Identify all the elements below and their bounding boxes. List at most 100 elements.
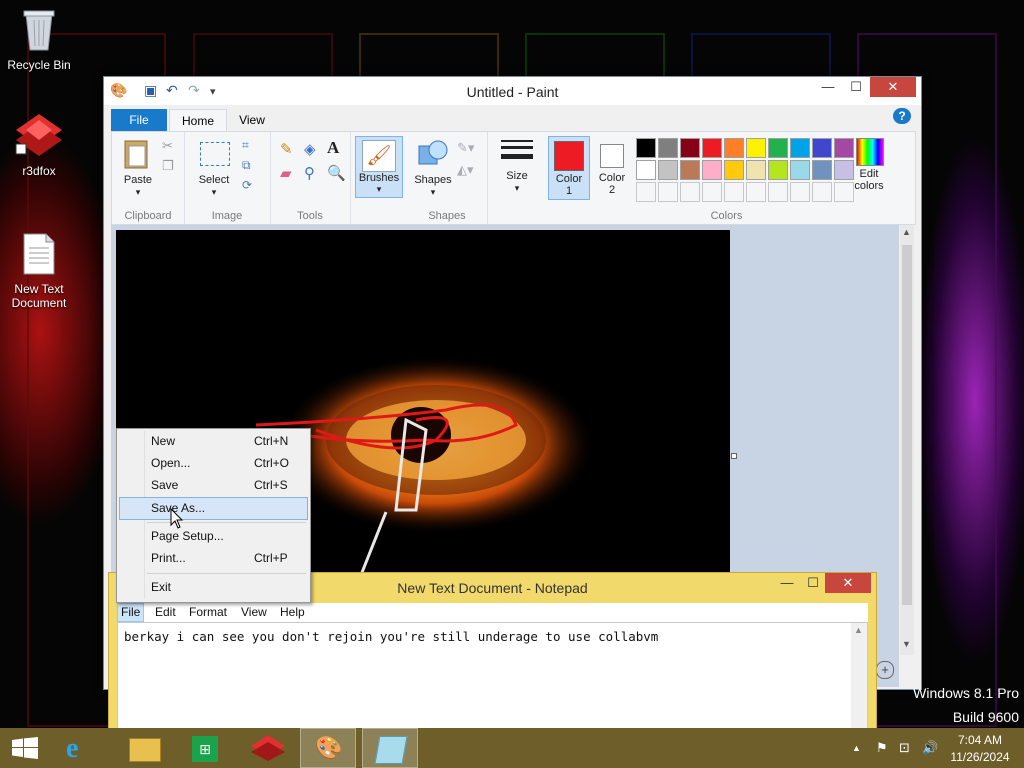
eraser-icon[interactable]: ▰	[280, 164, 292, 182]
menu-item-new[interactable]: New Ctrl+N	[119, 431, 308, 452]
outline-icon[interactable]: ✎▾	[457, 140, 474, 156]
menu-item-save[interactable]: Save Ctrl+S	[119, 475, 308, 496]
size-button[interactable]: Size	[497, 170, 537, 182]
paste-button[interactable]: Paste	[118, 174, 158, 186]
taskbar-store[interactable]: ⊞	[178, 728, 234, 768]
taskbar-notepad[interactable]	[362, 728, 418, 768]
rotate-icon[interactable]: ⟳	[242, 178, 252, 192]
palette-swatch-empty[interactable]	[702, 182, 722, 202]
palette-swatch-empty[interactable]	[724, 182, 744, 202]
text-tool-icon[interactable]: A	[327, 138, 339, 158]
paste-dropdown-icon[interactable]: ▾	[132, 187, 144, 198]
notepad-close-button[interactable]: ✕	[825, 573, 871, 593]
notepad-maximize-button[interactable]: ☐	[799, 573, 827, 593]
palette-swatch[interactable]	[790, 160, 810, 180]
palette-swatch-empty[interactable]	[812, 182, 832, 202]
palette-swatch-empty[interactable]	[746, 182, 766, 202]
vertical-scrollbar[interactable]: ▲ ▼	[900, 225, 914, 655]
notepad-minimize-button[interactable]: —	[773, 573, 801, 593]
help-icon[interactable]: ?	[893, 108, 911, 124]
scroll-thumb[interactable]	[902, 245, 912, 605]
palette-swatch[interactable]	[768, 160, 788, 180]
palette-swatch[interactable]	[724, 138, 744, 158]
notepad-scroll-up-icon[interactable]: ▲	[854, 625, 863, 635]
palette-swatch-empty[interactable]	[680, 182, 700, 202]
notepad-menu-help[interactable]: Help	[280, 605, 305, 619]
palette-swatch[interactable]	[812, 138, 832, 158]
palette-swatch[interactable]	[812, 160, 832, 180]
scroll-up-icon[interactable]: ▲	[902, 227, 911, 237]
notepad-menu-file[interactable]: File	[117, 603, 145, 622]
palette-swatch[interactable]	[790, 138, 810, 158]
shapes-button[interactable]: Shapes	[413, 174, 453, 186]
notepad-menu-edit[interactable]: Edit	[155, 605, 176, 619]
palette-swatch[interactable]	[680, 160, 700, 180]
fill-shape-icon[interactable]: ◭▾	[457, 162, 474, 178]
palette-swatch[interactable]	[724, 160, 744, 180]
palette-swatch[interactable]	[636, 138, 656, 158]
notepad-scrollbar[interactable]: ▲	[851, 623, 867, 732]
menu-item-exit[interactable]: Exit	[119, 577, 308, 598]
edit-colors-button[interactable]: Edit colors	[846, 168, 892, 192]
magnifier-icon[interactable]: 🔍	[327, 164, 346, 182]
fill-icon[interactable]: ◈	[304, 140, 316, 158]
palette-swatch[interactable]	[680, 138, 700, 158]
notepad-menu-format[interactable]: Format	[189, 605, 227, 619]
palette-swatch[interactable]	[834, 138, 854, 158]
desktop-icon-recycle-bin[interactable]: Recycle Bin	[1, 6, 77, 72]
paint-titlebar[interactable]: 🎨 ▣ ↶ ↷ ▾ Untitled - Paint — ☐ ✕	[104, 77, 921, 105]
desktop-icon-new-text-document[interactable]: New Text Document	[1, 218, 77, 324]
start-button[interactable]	[0, 728, 50, 768]
close-button[interactable]: ✕	[870, 77, 916, 97]
palette-swatch-empty[interactable]	[636, 182, 656, 202]
menu-item-open[interactable]: Open... Ctrl+O	[119, 453, 308, 474]
select-dropdown-icon[interactable]: ▾	[208, 187, 220, 198]
menu-item-page-setup[interactable]: Page Setup...	[119, 526, 308, 547]
palette-swatch[interactable]	[746, 138, 766, 158]
menu-item-print[interactable]: Print... Ctrl+P	[119, 548, 308, 569]
minimize-button[interactable]: —	[814, 77, 842, 97]
color1-button[interactable]: Color 1	[548, 136, 590, 200]
resize-icon[interactable]: ⧉	[242, 158, 251, 173]
taskbar-file-explorer[interactable]	[116, 728, 172, 768]
tray-overflow-icon[interactable]: ▲	[852, 743, 861, 753]
size-dropdown-icon[interactable]: ▾	[511, 183, 523, 194]
tab-view[interactable]: View	[227, 109, 277, 131]
shapes-dropdown-icon[interactable]: ▾	[427, 187, 439, 198]
scroll-down-icon[interactable]: ▼	[902, 639, 911, 649]
palette-swatch-empty[interactable]	[658, 182, 678, 202]
palette-swatch[interactable]	[658, 160, 678, 180]
maximize-button[interactable]: ☐	[842, 77, 870, 97]
tab-file[interactable]: File	[111, 109, 167, 131]
brushes-button[interactable]: 🖌 Brushes ▾	[355, 136, 403, 198]
taskbar-paint[interactable]: 🎨	[300, 728, 356, 768]
network-icon[interactable]: ⊡	[899, 740, 910, 756]
tab-home[interactable]: Home	[169, 109, 227, 132]
taskbar-r3dfox[interactable]	[240, 728, 296, 768]
desktop-icon-r3dfox[interactable]: r3dfox	[1, 112, 77, 178]
clock[interactable]: 7:04 AM 11/26/2024	[948, 733, 1012, 764]
palette-swatch[interactable]	[768, 138, 788, 158]
notepad-text-area[interactable]: berkay i can see you don't rejoin you're…	[117, 622, 868, 733]
action-center-flag-icon[interactable]: ⚑	[876, 740, 888, 756]
resize-handle[interactable]	[731, 453, 737, 459]
menu-item-save-as[interactable]: Save As...	[119, 497, 308, 520]
palette-swatch-empty[interactable]	[790, 182, 810, 202]
volume-icon[interactable]: 🔊	[922, 740, 938, 756]
palette-swatch[interactable]	[658, 138, 678, 158]
cut-icon[interactable]: ✂	[162, 138, 173, 154]
taskbar-internet-explorer[interactable]: e	[54, 728, 110, 768]
palette-swatch[interactable]	[746, 160, 766, 180]
crop-icon[interactable]: ⌗	[242, 138, 249, 153]
copy-icon[interactable]: ❐	[162, 158, 174, 174]
pencil-icon[interactable]: ✎	[280, 140, 293, 158]
color-picker-icon[interactable]: ⚲	[304, 164, 315, 182]
palette-swatch[interactable]	[636, 160, 656, 180]
select-button[interactable]: Select	[194, 174, 234, 186]
palette-swatch-empty[interactable]	[768, 182, 788, 202]
palette-swatch[interactable]	[702, 138, 722, 158]
color2-button[interactable]: Color 2	[592, 136, 632, 198]
notepad-menu-view[interactable]: View	[241, 605, 267, 619]
zoom-in-icon[interactable]: +	[876, 661, 894, 679]
palette-swatch[interactable]	[702, 160, 722, 180]
